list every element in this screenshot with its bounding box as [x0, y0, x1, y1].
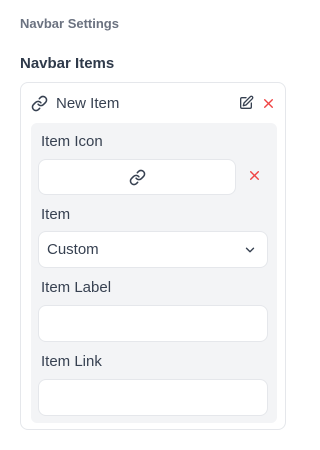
item-label-input[interactable]: [39, 306, 267, 341]
link-icon: [129, 169, 146, 186]
item-icon-label: Item Icon: [41, 133, 103, 150]
remove-item-icon-button[interactable]: [248, 169, 261, 182]
item-type-label: Item: [41, 206, 71, 223]
item-link-field-wrap: [38, 379, 268, 416]
close-icon[interactable]: [262, 97, 275, 110]
edit-icon[interactable]: [238, 95, 254, 111]
navbar-items-heading: Navbar Items: [20, 55, 115, 72]
item-type-selected-value: Custom: [47, 241, 99, 258]
item-label-field-wrap: [38, 305, 268, 342]
item-link-input[interactable]: [39, 380, 267, 415]
navbar-item-name: New Item: [56, 94, 120, 112]
item-icon-picker[interactable]: [38, 159, 236, 195]
item-type-select[interactable]: Custom: [38, 231, 268, 268]
navbar-item-card: New Item Item Icon Item Custom Item Labe…: [20, 82, 286, 430]
navbar-item-header[interactable]: New Item: [21, 83, 285, 123]
chevron-down-icon: [243, 243, 257, 257]
navbar-item-form: Item Icon Item Custom Item Label Item Li…: [31, 123, 277, 423]
close-icon: [250, 171, 259, 180]
item-link-label: Item Link: [41, 353, 102, 370]
settings-section-title: Navbar Settings: [20, 16, 119, 31]
link-icon: [31, 95, 48, 112]
item-label-label: Item Label: [41, 279, 112, 296]
